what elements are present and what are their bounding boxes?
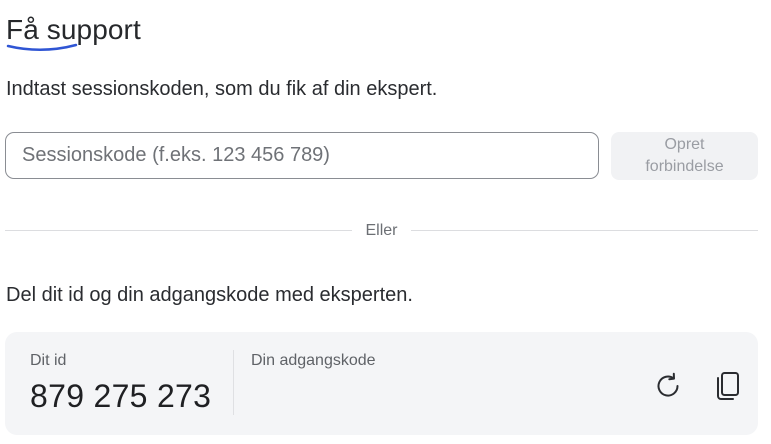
card-divider [233, 350, 234, 415]
support-panel: Få support Indtast sessionskoden, som du… [0, 0, 771, 444]
id-label: Dit id [30, 352, 67, 369]
title-underline-decoration [6, 43, 78, 52]
copy-credentials-button[interactable] [712, 370, 744, 402]
id-value: 879 275 273 [30, 378, 212, 414]
refresh-password-button[interactable] [652, 370, 684, 402]
divider-line-right [411, 230, 758, 231]
session-instruction: Indtast sessionskoden, som du fik af din… [6, 78, 438, 100]
divider-line-left [5, 230, 352, 231]
share-instruction: Del dit id og din adgangskode med eksper… [6, 284, 413, 306]
copy-icon [717, 372, 739, 400]
id-password-card: Dit id 879 275 273 Din adgangskode [5, 332, 758, 435]
session-code-input[interactable] [5, 132, 599, 179]
divider-label: Eller [365, 222, 398, 239]
password-label: Din adgangskode [251, 352, 376, 369]
refresh-icon [657, 372, 679, 397]
connect-button[interactable]: Opret forbindelse [611, 132, 758, 180]
